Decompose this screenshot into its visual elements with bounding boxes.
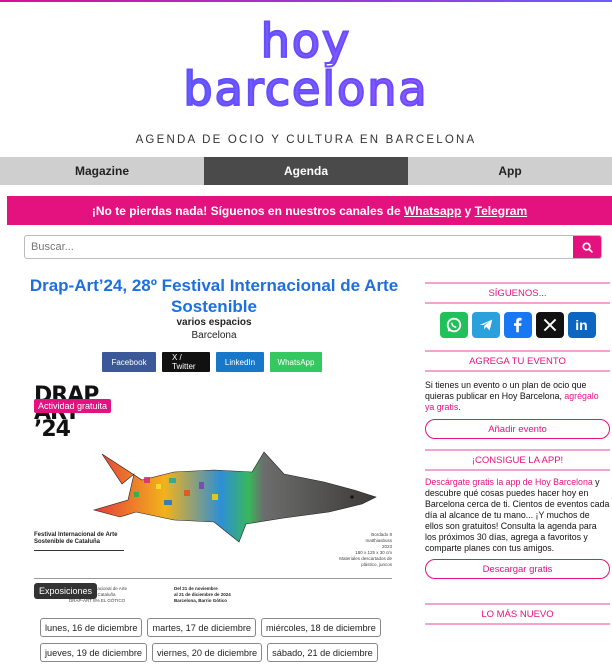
event-title: Drap-Art’24, 28º Festival Internacional … <box>29 276 399 316</box>
event-poster-image: DRAP ART ’24 Actividad gratuita <box>24 382 402 610</box>
banner-telegram-link[interactable]: Telegram <box>475 204 527 218</box>
add-event-section-title: AGREGA TU EVENTO <box>425 350 610 372</box>
tab-agenda[interactable]: Agenda <box>204 157 408 185</box>
search-icon <box>581 241 593 253</box>
search-bar <box>24 235 602 259</box>
follow-section-title: SÍGUENOS... <box>425 282 610 304</box>
app-download-link[interactable]: Descárgate gratis la app de Hoy Barcelon… <box>425 477 593 487</box>
share-buttons: Facebook X / Twitter LinkedIn WhatsApp <box>102 352 322 372</box>
latest-section-title: LO MÁS NUEVO <box>425 603 610 625</box>
category-badge[interactable]: Exposiciones <box>34 583 98 599</box>
whatsapp-icon[interactable] <box>439 312 468 338</box>
social-icons: in <box>425 312 610 338</box>
add-event-text: Si tienes un evento o un plan de ocio qu… <box>425 380 610 413</box>
event-days-list: lunes, 16 de diciembre martes, 17 de dic… <box>40 618 390 662</box>
facebook-icon[interactable] <box>503 312 532 338</box>
top-accent-line <box>0 0 612 2</box>
follow-banner: ¡No te pierdas nada! Síguenos en nuestro… <box>7 196 612 225</box>
tab-app[interactable]: App <box>408 157 612 185</box>
telegram-icon[interactable] <box>471 312 500 338</box>
share-whatsapp-button[interactable]: WhatsApp <box>270 352 322 372</box>
add-event-button[interactable]: Añadir evento <box>425 419 610 439</box>
add-event-text-end: . <box>458 402 461 412</box>
poster-rule <box>34 550 124 551</box>
add-event-text-body: Si tienes un evento o un plan de ocio qu… <box>425 380 587 401</box>
day-chip[interactable]: martes, 17 de diciembre <box>147 618 257 637</box>
logo-line-hoy: hoy <box>0 17 612 65</box>
poster-festival-name: Festival Internacional de Arte Sostenibl… <box>34 532 117 546</box>
linkedin-icon[interactable]: in <box>567 312 596 338</box>
tab-magazine[interactable]: Magazine <box>0 157 204 185</box>
site-tagline: AGENDA DE OCIO Y CULTURA EN BARCELONA <box>135 134 477 146</box>
poster-dates-text: Del 21 de noviembre al 21 de diciembre d… <box>174 586 231 604</box>
app-promo-body: y descubre qué cosas puedes hacer hoy en… <box>425 477 610 553</box>
poster-divider <box>34 578 392 579</box>
day-chip[interactable]: miércoles, 18 de diciembre <box>261 618 381 637</box>
logo-line-barcelona: barcelona <box>0 65 612 113</box>
x-icon[interactable] <box>535 312 564 338</box>
shark-artwork <box>92 451 377 543</box>
banner-text: ¡No te pierdas nada! Síguenos en nuestro… <box>91 203 404 218</box>
banner-whatsapp-link[interactable]: Whatsapp <box>404 204 461 218</box>
poster-dates-line: Barcelona, Barrio Gótico <box>174 598 228 603</box>
day-chip[interactable]: viernes, 20 de diciembre <box>152 643 263 662</box>
share-facebook-button[interactable]: Facebook <box>102 352 156 372</box>
sidebar: SÍGUENOS... in AGREGA TU EVENTO Si tiene… <box>425 282 610 625</box>
search-input[interactable] <box>25 236 573 258</box>
main-nav: Magazine Agenda App <box>0 157 612 185</box>
day-chip[interactable]: lunes, 16 de diciembre <box>40 618 143 637</box>
poster-artwork-line: Materiales descartados de plástico, junc… <box>339 556 392 567</box>
download-app-button[interactable]: Descargar gratis <box>425 559 610 579</box>
share-twitter-button[interactable]: X / Twitter <box>162 352 210 372</box>
share-linkedin-button[interactable]: LinkedIn <box>216 352 264 372</box>
day-chip[interactable]: sábado, 21 de diciembre <box>267 643 378 662</box>
poster-festival-line: Festival Internacional de Arte <box>34 532 118 538</box>
app-promo-text: Descárgate gratis la app de Hoy Barcelon… <box>425 477 610 554</box>
event-venue[interactable]: varios espacios <box>24 317 404 328</box>
app-section-title: ¡CONSIGUE LA APP! <box>425 449 610 471</box>
search-button[interactable] <box>573 236 601 258</box>
day-chip[interactable]: jueves, 19 de diciembre <box>40 643 148 662</box>
poster-artwork-info: Bordado 8 matthiasbuss 2023 180 x 125 x … <box>322 532 392 568</box>
site-logo[interactable]: hoy barcelona <box>0 17 612 113</box>
banner-and: y <box>461 203 475 218</box>
event-city: Barcelona <box>191 330 237 341</box>
poster-festival-line: Sostenible de Cataluña <box>34 539 101 545</box>
